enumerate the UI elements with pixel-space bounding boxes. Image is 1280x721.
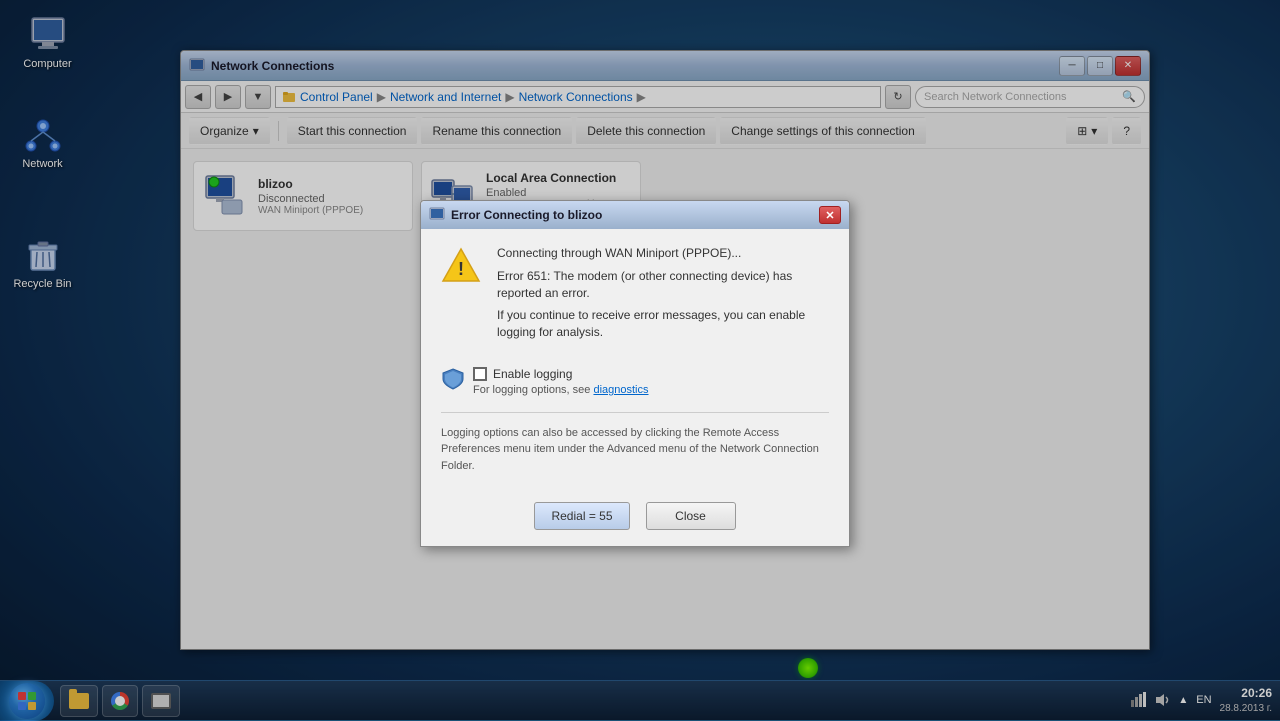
dialog-close-btn-bottom[interactable]: Close	[646, 502, 736, 530]
dialog-content: ! Connecting through WAN Miniport (PPPOE…	[421, 229, 849, 546]
logging-section: Enable logging For logging options, see …	[441, 363, 829, 400]
logging-row: Enable logging	[473, 367, 829, 381]
logging-hint: For logging options, see diagnostics	[473, 384, 829, 396]
svg-text:!: !	[458, 259, 464, 279]
error-text: Error 651: The modem (or other connectin…	[497, 268, 829, 302]
hint-text: If you continue to receive error message…	[497, 307, 829, 341]
connecting-text: Connecting through WAN Miniport (PPPOE).…	[497, 245, 829, 262]
logging-label: Enable logging	[493, 367, 572, 381]
dialog-main-row: ! Connecting through WAN Miniport (PPPOE…	[441, 245, 829, 347]
dialog-icon	[429, 207, 445, 223]
warning-icon-wrap: !	[441, 245, 481, 285]
dialog-close-button[interactable]: ✕	[819, 206, 841, 224]
dialog-text: Connecting through WAN Miniport (PPPOE).…	[497, 245, 829, 347]
dialog-titlebar: Error Connecting to blizoo ✕	[421, 201, 849, 229]
remote-access-text: Logging options can also be accessed by …	[441, 412, 829, 475]
warning-icon: !	[441, 245, 481, 285]
dialog-title: Error Connecting to blizoo	[429, 207, 602, 223]
logging-shield-icon	[441, 367, 465, 391]
diagnostics-link[interactable]: diagnostics	[593, 384, 648, 396]
desktop: Computer Network	[0, 0, 1280, 720]
redial-button[interactable]: Redial = 55	[534, 502, 629, 530]
enable-logging-checkbox[interactable]	[473, 367, 487, 381]
error-dialog: Error Connecting to blizoo ✕ ! Connectin…	[420, 200, 850, 547]
dialog-buttons: Redial = 55 Close	[441, 490, 829, 530]
logging-content: Enable logging For logging options, see …	[473, 367, 829, 396]
